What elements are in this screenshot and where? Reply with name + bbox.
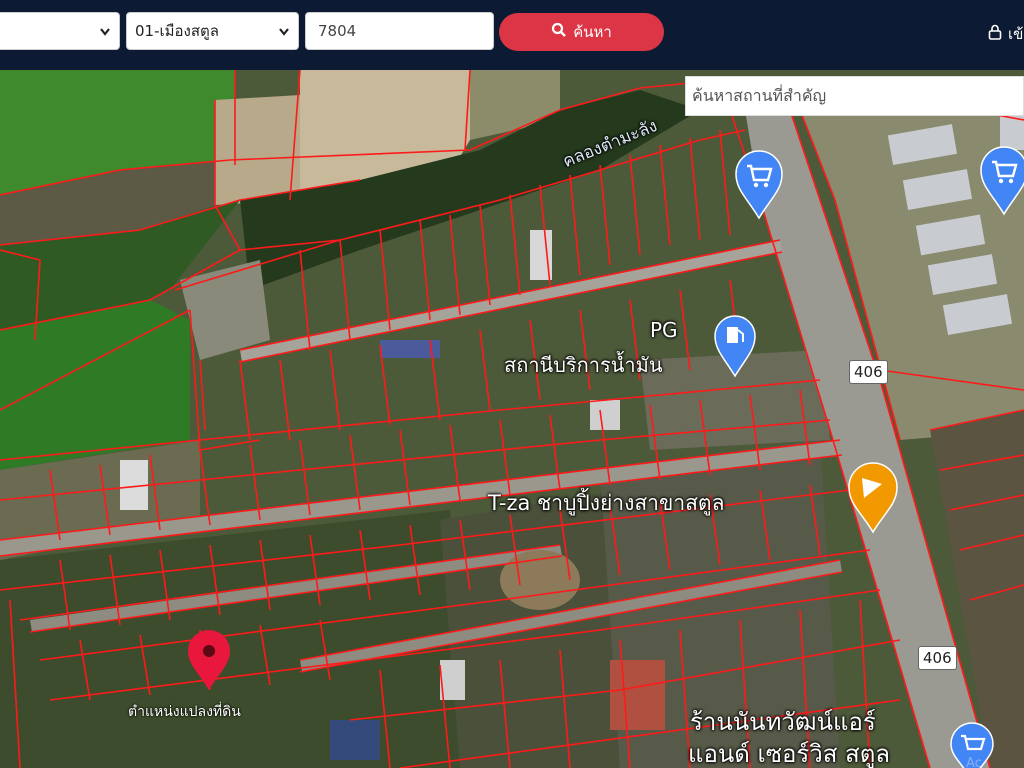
search-icon xyxy=(551,22,567,42)
search-button[interactable]: ค้นหา xyxy=(499,13,664,51)
place-search-placeholder: ค้นหาสถานที่สำคัญ xyxy=(692,86,827,105)
poi-gas-type: สถานีบริการน้ำมัน xyxy=(504,353,663,377)
satellite-map[interactable]: คลองตำมะลัง PG สถานีบริการน้ำมัน T-za ชา… xyxy=(0,70,1024,768)
poi-gas-name: PG xyxy=(650,318,678,342)
parcel-number-input[interactable]: 7804 xyxy=(305,12,494,50)
map-canvas xyxy=(0,70,1024,768)
poi-restaurant-label: T-za ชาบูปิ้งย่างสาขาสตูล xyxy=(488,491,725,515)
map-watermark: Ac xyxy=(966,756,982,768)
lock-icon xyxy=(988,24,1002,44)
login-label: เข้ xyxy=(1008,25,1024,43)
district-select[interactable]: 01-เมืองสตูล xyxy=(126,12,299,50)
search-toolbar: 01-เมืองสตูล 7804 ค้นหา เข้ xyxy=(0,0,1024,70)
chevron-down-icon xyxy=(278,13,290,65)
parcel-number-value: 7804 xyxy=(318,22,357,40)
road-406-shield: 406 xyxy=(849,360,888,384)
login-link[interactable]: เข้ xyxy=(988,22,1023,46)
chevron-down-icon xyxy=(99,13,111,65)
place-search-input[interactable]: ค้นหาสถานที่สำคัญ xyxy=(685,76,1024,116)
province-select[interactable] xyxy=(0,12,120,50)
district-select-value: 01-เมืองสตูล xyxy=(135,22,219,40)
parcel-pin-label: ตำแหน่งแปลงที่ดิน xyxy=(128,704,241,720)
poi-shop-label-line2: แอนด์ เซอร์วิส สตูล xyxy=(688,740,890,768)
road-406-shield: 406 xyxy=(918,646,957,670)
search-button-label: ค้นหา xyxy=(573,23,612,41)
